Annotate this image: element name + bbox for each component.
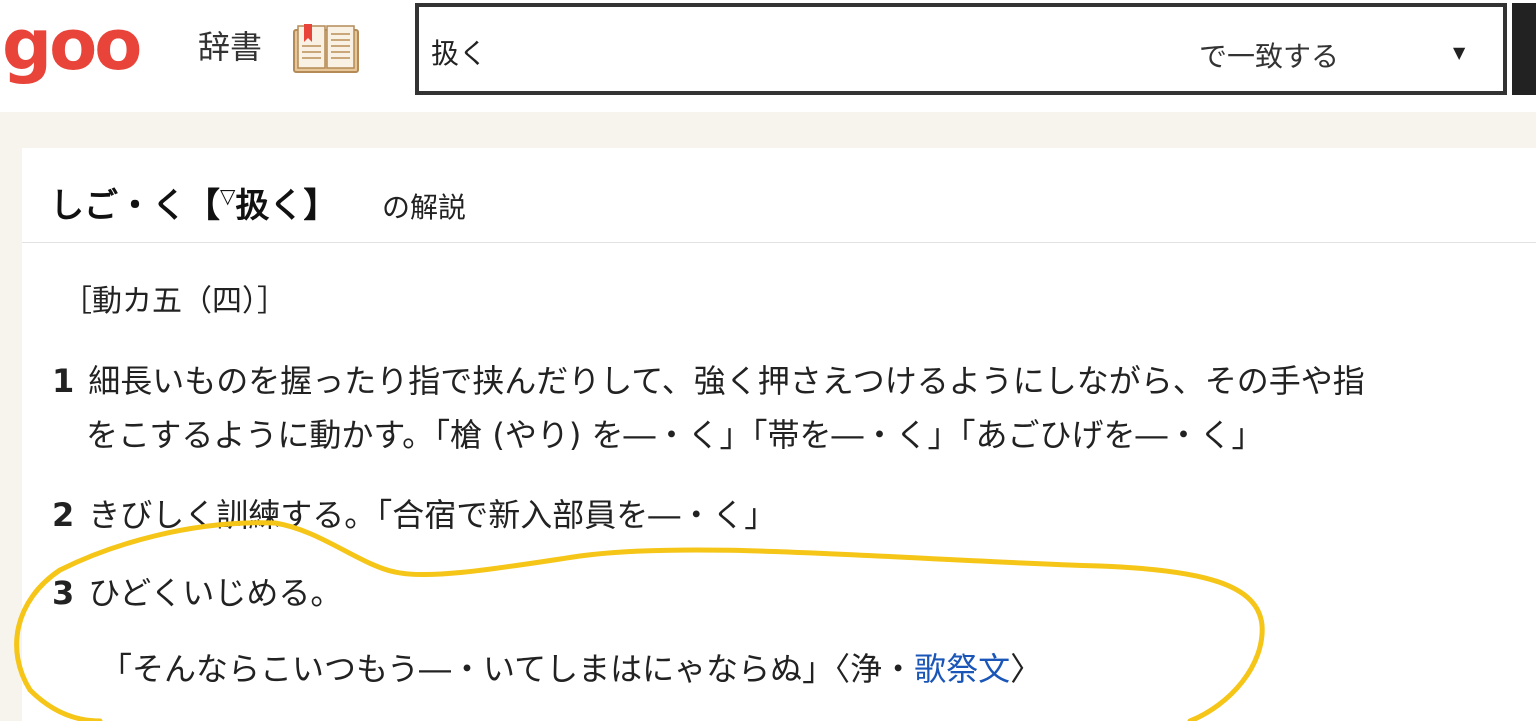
definition-2: 2 きびしく訓練する。「合宿で新入部員を―・く」 (52, 490, 776, 536)
dictionary-section-label[interactable]: 辞書 (198, 22, 262, 68)
search-button[interactable] (1512, 3, 1536, 95)
dropdown-caret-icon[interactable]: ▼ (1453, 43, 1465, 62)
definition-number: 3 (52, 574, 75, 612)
search-input[interactable] (431, 27, 1151, 77)
goo-logo[interactable]: goo (2, 0, 142, 90)
definition-1: 1 細長いものを握ったり指で挟んだりして、強く押さえつけるようにしながら、その手や… (52, 356, 1365, 402)
match-mode-select[interactable]: で一致する (1199, 35, 1339, 75)
definition-number: 1 (52, 362, 75, 400)
definition-text: ひどくいじめる。 (88, 574, 343, 612)
entry-title: しご・く【▽扱く】 (50, 178, 337, 227)
example-text: 「そんならこいつもう―・いてしまはにゃならぬ」〈浄・ (100, 650, 915, 688)
source-link-utazaimon[interactable]: 歌祭文 (914, 650, 1010, 688)
definition-1-continued: をこするように動かす。「槍 (やり) を―・く」「帯を―・く」「あごひげを―・く… (86, 416, 1264, 454)
search-box: で一致する ▼ (415, 3, 1507, 95)
title-reading: しご・く【 (50, 186, 220, 226)
title-mark: ▽ (220, 184, 236, 208)
title-kanji: 扱く (235, 186, 304, 226)
site-header: goo 辞書 で一致する ▼ (0, 0, 1536, 112)
definition-text: 細長いものを握ったり指で挟んだりして、強く押さえつけるようにしながら、その手や指 (88, 362, 1365, 400)
explain-label: の解説 (382, 191, 467, 224)
title-close-bracket: 】 (303, 186, 338, 226)
definition-3: 3 ひどくいじめる。 (52, 568, 342, 614)
example-closing: 〉 (1010, 650, 1043, 688)
definition-3-example: 「そんならこいつもう―・いてしまはにゃならぬ」〈浄・歌祭文〉 (100, 644, 1042, 690)
entry-content: しご・く【▽扱く】 の解説 ［動カ五（四）］ 1 細長いものを握ったり指で挟んだり… (22, 148, 1536, 721)
left-margin-strip (0, 112, 22, 721)
header-divider-band (0, 112, 1536, 148)
entry-title-row: しご・く【▽扱く】 の解説 (22, 148, 1536, 243)
definition-text: きびしく訓練する。「合宿で新入部員を―・く」 (88, 496, 777, 534)
definition-number: 2 (52, 496, 75, 534)
part-of-speech: ［動カ五（四）］ (62, 284, 287, 319)
open-book-icon (293, 24, 359, 73)
